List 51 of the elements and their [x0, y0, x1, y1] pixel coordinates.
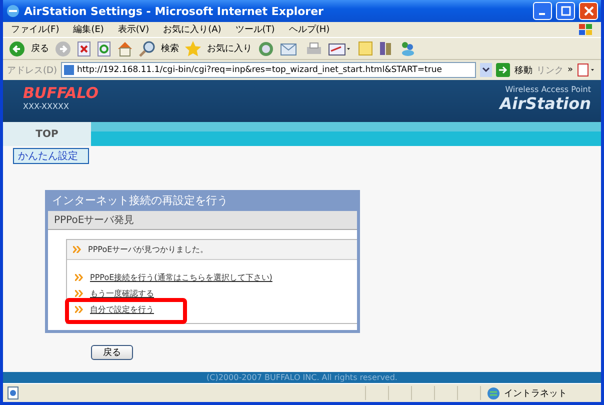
brand-logo: BUFFALO: [23, 84, 99, 102]
panel-subtitle: PPPoEサーバ発見: [48, 211, 357, 230]
maximize-icon: [560, 6, 570, 16]
stop-icon[interactable]: [77, 40, 91, 56]
close-icon: [584, 6, 594, 16]
back-button[interactable]: 戻る: [31, 42, 49, 55]
address-field[interactable]: http://192.168.11.1/cgi-bin/cgi?req=inp&res=top_wizard_inet_start.html&START=true: [60, 62, 476, 78]
model-name: XXX-XXXXX: [23, 102, 70, 111]
search-button[interactable]: 検索: [161, 42, 179, 55]
favorites-button[interactable]: お気に入り: [207, 42, 252, 55]
back-button[interactable]: 戻る: [91, 345, 133, 360]
star-icon[interactable]: [185, 40, 201, 56]
menu-item[interactable]: 表示(V): [118, 23, 150, 36]
result-message: PPPoEサーバが見つかりました。: [88, 244, 208, 255]
window-title: AirStation Settings - Microsoft Internet Explorer: [24, 4, 324, 18]
page-icon: [7, 386, 19, 400]
search-icon[interactable]: [139, 40, 155, 56]
menu-item[interactable]: お気に入り(A): [163, 23, 222, 36]
go-arrow-icon[interactable]: [496, 63, 510, 77]
printer-icon[interactable]: [306, 42, 322, 56]
double-chevron-icon: [73, 246, 82, 253]
page-icon: [64, 65, 74, 75]
messenger-icon[interactable]: [400, 41, 415, 56]
option-link[interactable]: もう一度確認する: [90, 288, 154, 299]
network-globe-icon: [487, 386, 500, 400]
minimize-button[interactable]: [533, 2, 552, 20]
panel-title: インターネット接続の再設定を行う: [51, 193, 229, 209]
close-button[interactable]: [579, 2, 598, 20]
double-chevron-icon: [75, 306, 84, 313]
option-link[interactable]: 自分で設定を行う: [90, 304, 154, 315]
note-icon[interactable]: [358, 41, 373, 56]
top-tab[interactable]: TOP: [3, 122, 91, 146]
tagline: Wireless Access Point: [505, 85, 591, 94]
menu-item[interactable]: 編集(E): [73, 23, 104, 36]
go-button[interactable]: 移動: [514, 64, 532, 76]
more-chevron[interactable]: »: [567, 65, 573, 75]
menu-item[interactable]: ファイル(F): [11, 23, 60, 36]
menu-item[interactable]: ヘルプ(H): [288, 23, 330, 36]
windows-logo-icon: [579, 24, 593, 36]
easy-setup-link[interactable]: かんたん設定: [13, 148, 89, 164]
edit-icon[interactable]: [328, 42, 352, 56]
address-label: アドレス(D): [7, 64, 57, 76]
zone-label: イントラネット: [504, 388, 567, 400]
footer-copyright: (C)2000-2007 BUFFALO INC. All rights reserved.: [3, 372, 601, 383]
maximize-button[interactable]: [556, 2, 575, 20]
home-icon[interactable]: [117, 40, 133, 56]
product-logo: AirStation: [500, 94, 591, 113]
double-chevron-icon: [75, 274, 84, 281]
menu-item[interactable]: ツール(T): [235, 23, 275, 36]
option-link[interactable]: PPPoE接続を行う(通常はこちらを選択して下さい): [90, 272, 272, 283]
double-chevron-icon: [75, 290, 84, 297]
